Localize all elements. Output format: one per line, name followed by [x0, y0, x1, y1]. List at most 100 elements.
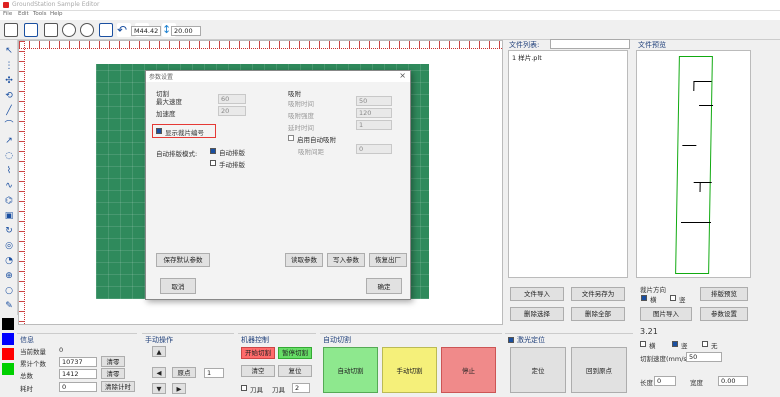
move-down-button[interactable]: ▼	[152, 383, 166, 394]
spline-tool-icon[interactable]: ⌬	[3, 195, 15, 207]
params-title: 3.21	[640, 327, 658, 336]
menu-edit[interactable]: Edit	[18, 11, 29, 17]
laser-locate-button[interactable]: 定位	[510, 347, 566, 393]
ellipse-tool-icon[interactable]: ⌇	[3, 165, 15, 177]
polyline-tool-icon[interactable]: ▣	[3, 210, 15, 222]
auto-cut-button[interactable]: 自动切割	[323, 347, 378, 393]
params-opt3-checkbox[interactable]	[702, 341, 708, 347]
dialog-cancel-button[interactable]: 取消	[160, 278, 196, 294]
param-settings-button[interactable]: 参数设置	[700, 307, 748, 321]
file-import-button[interactable]: 文件导入	[510, 287, 564, 301]
laser-home-button[interactable]: 回到原点	[571, 347, 627, 393]
orient-h-label: 横	[650, 296, 657, 304]
zoom-tool-icon[interactable]: ○	[3, 285, 15, 297]
read-params-button[interactable]: 读取参数	[285, 253, 323, 267]
menu-help[interactable]: Help	[50, 11, 63, 17]
undo-icon[interactable]: ↶	[117, 23, 131, 37]
dialog-close-icon[interactable]: ×	[399, 71, 406, 80]
laser-checkbox[interactable]	[508, 337, 514, 343]
pointer-tool-icon[interactable]: ↖	[3, 45, 15, 57]
layout-preview-button[interactable]: 排版预览	[700, 287, 748, 301]
arc-tool-icon[interactable]: ⌒	[3, 120, 15, 132]
mode-label: 自动排版模式:	[156, 150, 198, 158]
file-saveas-button[interactable]: 文件另存为	[571, 287, 625, 301]
machine-field-input[interactable]: 2	[292, 383, 310, 393]
cut-icon[interactable]	[99, 23, 113, 37]
menu-file[interactable]: File	[3, 11, 12, 17]
delete-all-button[interactable]: 删除全部	[571, 307, 625, 321]
orient-h-checkbox[interactable]	[641, 295, 647, 301]
manual-cut-button[interactable]: 手动切割	[382, 347, 437, 393]
select-tool-icon[interactable]: ⋮	[3, 60, 15, 72]
file-list[interactable]: 1 样片.plt	[508, 50, 628, 278]
color-blue-swatch[interactable]	[2, 333, 14, 345]
accel-input[interactable]: 20	[218, 106, 246, 116]
machine-clear-button[interactable]: 清空	[241, 365, 275, 377]
color-black-swatch[interactable]	[2, 318, 14, 330]
curve-tool-icon[interactable]: ∿	[3, 180, 15, 192]
machine-checkbox[interactable]	[241, 385, 247, 391]
app-window: GroundStation Sample Editor File Edit To…	[0, 0, 780, 397]
file-list-search[interactable]	[550, 39, 630, 49]
rotate-tool-icon[interactable]: ⟲	[3, 90, 15, 102]
mode-opt2-checkbox[interactable]	[210, 160, 216, 166]
r-checkbox[interactable]	[288, 135, 294, 141]
speed-input[interactable]: 60	[218, 94, 246, 104]
dialog-ok-button[interactable]: 确定	[366, 278, 402, 294]
info-clear-button-1[interactable]: 清零	[101, 356, 125, 367]
width-input[interactable]: 0.00	[718, 376, 748, 386]
zoom-icon[interactable]	[62, 23, 76, 37]
write-params-button[interactable]: 写入参数	[327, 253, 365, 267]
color-green-swatch[interactable]	[2, 363, 14, 375]
info-clear-button-2[interactable]: 清零	[101, 368, 125, 379]
save-file-icon[interactable]	[44, 23, 58, 37]
orient-v-checkbox[interactable]	[670, 295, 676, 301]
image-import-button[interactable]: 图片导入	[640, 307, 692, 321]
rect-tool-icon[interactable]: ↗	[3, 135, 15, 147]
machine-reset-button[interactable]: 复位	[278, 365, 312, 377]
r1-input[interactable]: 50	[356, 96, 392, 106]
settings-icon[interactable]	[80, 23, 94, 37]
machine-pause-button[interactable]: 暂停切割	[278, 347, 312, 359]
r3-input[interactable]: 1	[356, 120, 392, 130]
r1-label: 吸附时间	[288, 100, 314, 108]
highlight-checkbox[interactable]	[156, 128, 162, 134]
toolbar-field-1[interactable]: M44.42	[131, 26, 161, 36]
machine-start-button[interactable]: 开始切割	[241, 347, 275, 359]
mode-opt1-checkbox[interactable]	[210, 148, 216, 154]
horizontal-ruler	[19, 41, 502, 49]
info-v2: 10737	[59, 357, 97, 367]
move-tool-icon[interactable]: ✣	[3, 75, 15, 87]
split-tool-icon[interactable]: ⊕	[3, 270, 15, 282]
highlight-checkbox-frame[interactable]: 显示裁片编号	[152, 124, 216, 138]
file-list-item[interactable]: 1 样片.plt	[512, 52, 542, 62]
params-opt2-checkbox[interactable]	[672, 341, 678, 347]
delete-selected-button[interactable]: 删除选择	[510, 307, 564, 321]
length-input[interactable]: 0	[654, 376, 676, 386]
move-up-button[interactable]: ▲	[152, 346, 166, 357]
color-red-swatch[interactable]	[2, 348, 14, 360]
cut-speed-select[interactable]: 50	[686, 352, 722, 362]
node-tool-icon[interactable]: ◔	[3, 255, 15, 267]
circle-tool-icon[interactable]: ◌	[3, 150, 15, 162]
toolbar-field-2[interactable]: 20.00	[171, 26, 201, 36]
r4-input[interactable]: 0	[356, 144, 392, 154]
info-v1: 0	[59, 346, 64, 354]
info-clear-timer-button[interactable]: 清除计时	[101, 381, 135, 392]
move-left-button[interactable]: ◀	[152, 367, 166, 378]
measure-tool-icon[interactable]: ◎	[3, 240, 15, 252]
params-opt1-checkbox[interactable]	[640, 341, 646, 347]
restore-defaults-button[interactable]: 恢复出厂	[369, 253, 407, 267]
move-right-button[interactable]: ▶	[172, 383, 186, 394]
step-input[interactable]: 1	[204, 368, 224, 378]
save-default-button[interactable]: 保存默认参数	[156, 253, 210, 267]
line-tool-icon[interactable]: ╱	[3, 105, 15, 117]
open-file-icon[interactable]	[24, 23, 38, 37]
r2-input[interactable]: 120	[356, 108, 392, 118]
text-tool-icon[interactable]: ↻	[3, 225, 15, 237]
stop-button[interactable]: 停止	[441, 347, 496, 393]
home-button[interactable]: 原点	[172, 367, 196, 378]
new-file-icon[interactable]	[4, 23, 18, 37]
paint-tool-icon[interactable]: ✎	[3, 300, 15, 312]
menu-tools[interactable]: Tools	[33, 11, 47, 17]
